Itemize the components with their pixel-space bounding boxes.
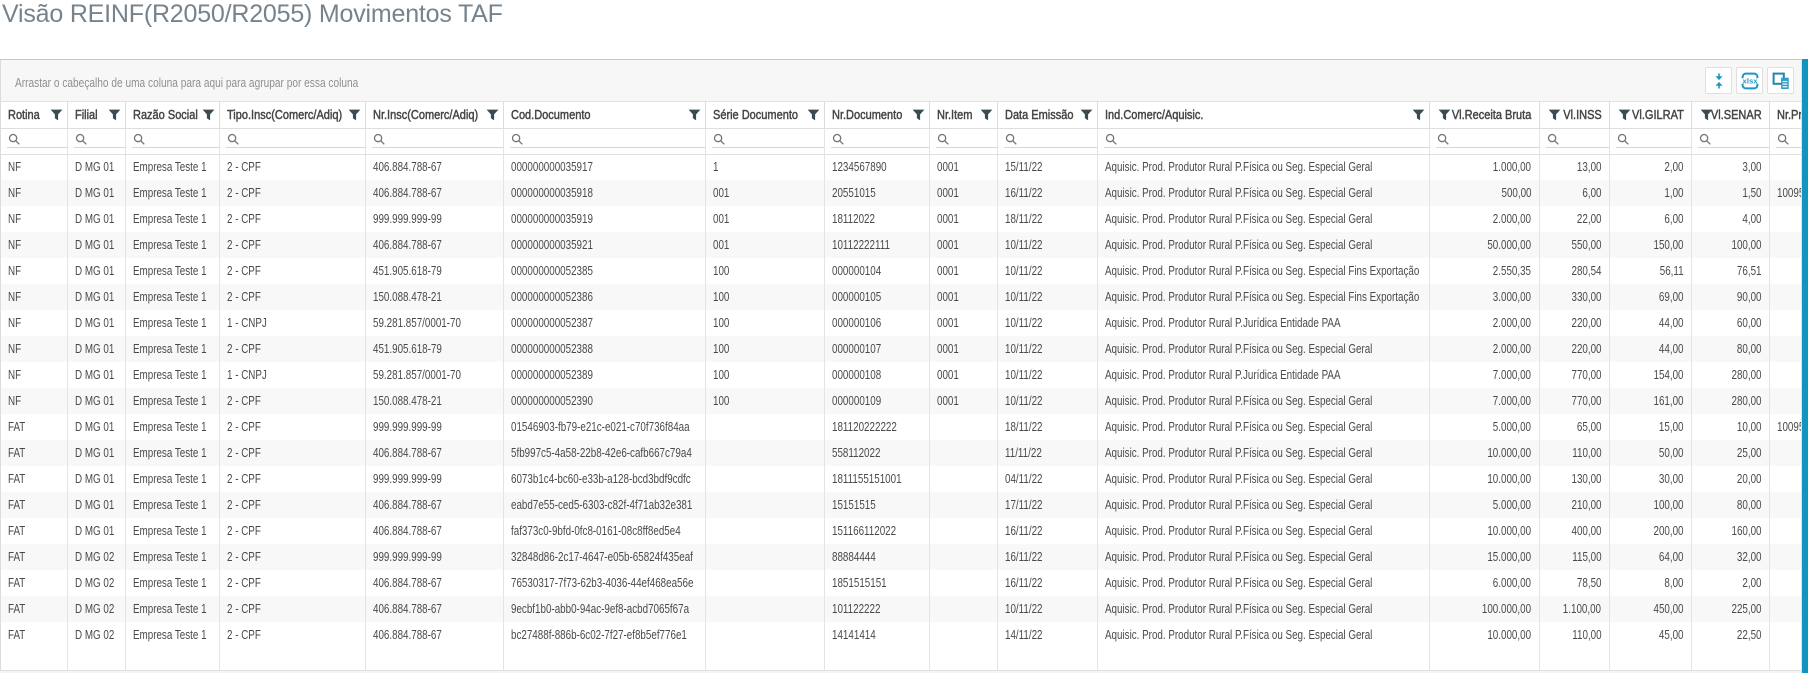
svg-text:xlsx: xlsx xyxy=(1742,76,1758,85)
